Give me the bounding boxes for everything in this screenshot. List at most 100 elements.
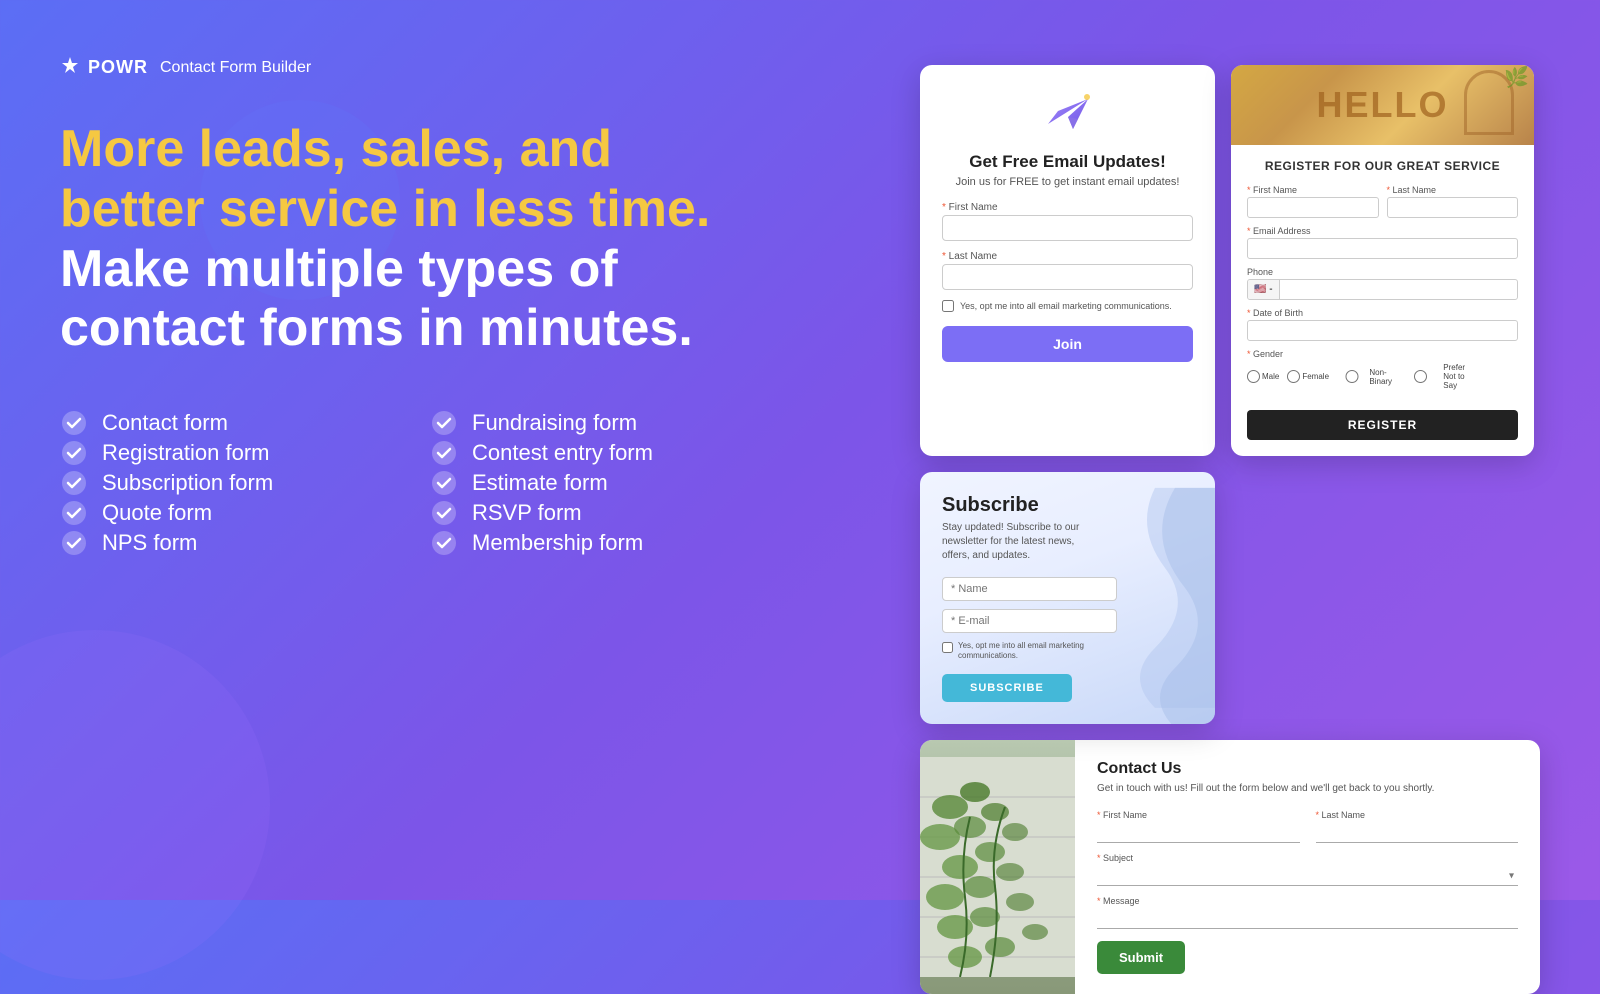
contact-message-group: * Message: [1097, 896, 1518, 929]
first-name-group: * First Name: [1247, 185, 1379, 218]
contact-title: Contact Us: [1097, 760, 1518, 778]
subject-select[interactable]: [1097, 867, 1518, 886]
submit-button[interactable]: Submit: [1097, 941, 1185, 974]
last-name-group: * Last Name: [1387, 185, 1519, 218]
feature-label: Fundraising form: [472, 410, 637, 436]
subscribe-name-input[interactable]: [942, 577, 1117, 601]
subscribe-form: Subscribe Stay updated! Subscribe to our…: [920, 472, 1215, 724]
email-group: * Email Address: [1247, 226, 1518, 259]
phone-group: Phone 🇺🇸 -: [1247, 267, 1518, 300]
list-item: Contact form: [60, 409, 370, 437]
contact-last-name-label: * Last Name: [1316, 810, 1519, 820]
phone-label: Phone: [1247, 267, 1518, 277]
email-form-subtitle: Join us for FREE to get instant email up…: [942, 176, 1193, 188]
gender-male[interactable]: Male: [1247, 370, 1279, 383]
features-col2: Fundraising form Contest entry form Esti…: [430, 409, 740, 557]
register-form-body: REGISTER FOR OUR GREAT SERVICE * First N…: [1231, 145, 1534, 456]
check-icon: [430, 529, 458, 557]
gender-options: Male Female Non-Binary Prefer Not to Say: [1247, 363, 1518, 392]
check-icon: [430, 439, 458, 467]
contact-subject-label: * Subject: [1097, 853, 1518, 863]
list-item: Quote form: [60, 499, 370, 527]
list-item: Fundraising form: [430, 409, 740, 437]
last-name-input[interactable]: [942, 264, 1193, 290]
check-icon: [60, 499, 88, 527]
subscribe-button[interactable]: SUBSCRIBE: [942, 674, 1072, 702]
feature-label: Contest entry form: [472, 440, 653, 466]
list-item: Contest entry form: [430, 439, 740, 467]
register-header-image: HELLO 🌿: [1231, 65, 1534, 145]
join-button[interactable]: Join: [942, 326, 1193, 362]
check-icon: [430, 409, 458, 437]
hello-text: HELLO: [1317, 84, 1449, 126]
checkbox-label: Yes, opt me into all email marketing com…: [960, 301, 1172, 311]
last-name-label: * Last Name: [1387, 185, 1519, 195]
first-name-input[interactable]: [942, 215, 1193, 241]
check-icon: [430, 499, 458, 527]
feature-label: NPS form: [102, 530, 197, 556]
first-name-label: * First Name: [942, 202, 1193, 213]
gender-nonbinary-radio[interactable]: [1337, 370, 1367, 383]
contact-first-name-group: * First Name: [1097, 810, 1300, 843]
brand-subtitle: Contact Form Builder: [160, 59, 311, 77]
check-icon: [60, 409, 88, 437]
subject-wrapper: ▾: [1097, 866, 1518, 886]
email-label: * Email Address: [1247, 226, 1518, 236]
left-panel: POWR Contact Form Builder More leads, sa…: [60, 55, 740, 557]
email-input[interactable]: [1247, 238, 1518, 259]
feature-label: RSVP form: [472, 500, 582, 526]
feature-label: Registration form: [102, 440, 270, 466]
feature-label: Membership form: [472, 530, 643, 556]
subscribe-email-input[interactable]: [942, 609, 1117, 633]
gender-prefer-radio[interactable]: [1400, 370, 1441, 383]
right-panel: Get Free Email Updates! Join us for FREE…: [920, 65, 1540, 825]
dob-input[interactable]: [1247, 320, 1518, 341]
headline: More leads, sales, and better service in…: [60, 120, 740, 359]
contact-name-row: * First Name * Last Name: [1097, 810, 1518, 843]
check-icon: [60, 439, 88, 467]
phone-field: 🇺🇸 -: [1247, 279, 1518, 300]
email-updates-form: Get Free Email Updates! Join us for FREE…: [920, 65, 1215, 456]
last-name-input[interactable]: [1387, 197, 1519, 218]
mid-row-spacer: [1231, 472, 1534, 724]
gender-male-radio[interactable]: [1247, 370, 1260, 383]
contact-first-name-input[interactable]: [1097, 824, 1300, 843]
feature-label: Estimate form: [472, 470, 608, 496]
gender-group: * Gender Male Female Non-Binary Prefer N…: [1247, 349, 1518, 392]
subscribe-opt-in-row: Yes, opt me into all email marketing com…: [942, 641, 1193, 662]
check-icon: [60, 469, 88, 497]
check-icon: [60, 529, 88, 557]
last-name-label: * Last Name: [942, 251, 1193, 262]
forms-top-row: Get Free Email Updates! Join us for FREE…: [920, 65, 1540, 456]
list-item: Membership form: [430, 529, 740, 557]
first-name-input[interactable]: [1247, 197, 1379, 218]
brand-name: POWR: [88, 57, 148, 78]
phone-input[interactable]: [1280, 280, 1517, 299]
contact-form-body: Contact Us Get in touch with us! Fill ou…: [1075, 740, 1540, 994]
feature-label: Subscription form: [102, 470, 273, 496]
contact-form: Contact Us Get in touch with us! Fill ou…: [920, 740, 1540, 994]
gender-nonbinary[interactable]: Non-Binary: [1337, 368, 1392, 386]
list-item: NPS form: [60, 529, 370, 557]
gender-female-radio[interactable]: [1287, 370, 1300, 383]
contact-message-input[interactable]: [1097, 910, 1518, 929]
register-button[interactable]: REGISTER: [1247, 410, 1518, 440]
list-item: Estimate form: [430, 469, 740, 497]
gender-prefer-not[interactable]: Prefer Not to Say: [1400, 363, 1476, 390]
ivy-background: [920, 740, 1075, 994]
contact-message-label: * Message: [1097, 896, 1518, 906]
features-grid: Contact form Registration form Subscript…: [60, 409, 740, 557]
marketing-checkbox[interactable]: [942, 300, 954, 312]
contact-subtitle: Get in touch with us! Fill out the form …: [1097, 782, 1518, 796]
subscribe-checkbox[interactable]: [942, 642, 953, 653]
dob-label: * Date of Birth: [1247, 308, 1518, 318]
register-form: HELLO 🌿 REGISTER FOR OUR GREAT SERVICE *…: [1231, 65, 1534, 456]
headline-yellow: More leads, sales, and better service in…: [60, 120, 710, 238]
check-icon: [430, 469, 458, 497]
marketing-opt-in-row: Yes, opt me into all email marketing com…: [942, 300, 1193, 312]
contact-first-name-label: * First Name: [1097, 810, 1300, 820]
contact-last-name-input[interactable]: [1316, 824, 1519, 843]
dob-group: * Date of Birth: [1247, 308, 1518, 341]
contact-last-name-group: * Last Name: [1316, 810, 1519, 843]
gender-female[interactable]: Female: [1287, 370, 1329, 383]
